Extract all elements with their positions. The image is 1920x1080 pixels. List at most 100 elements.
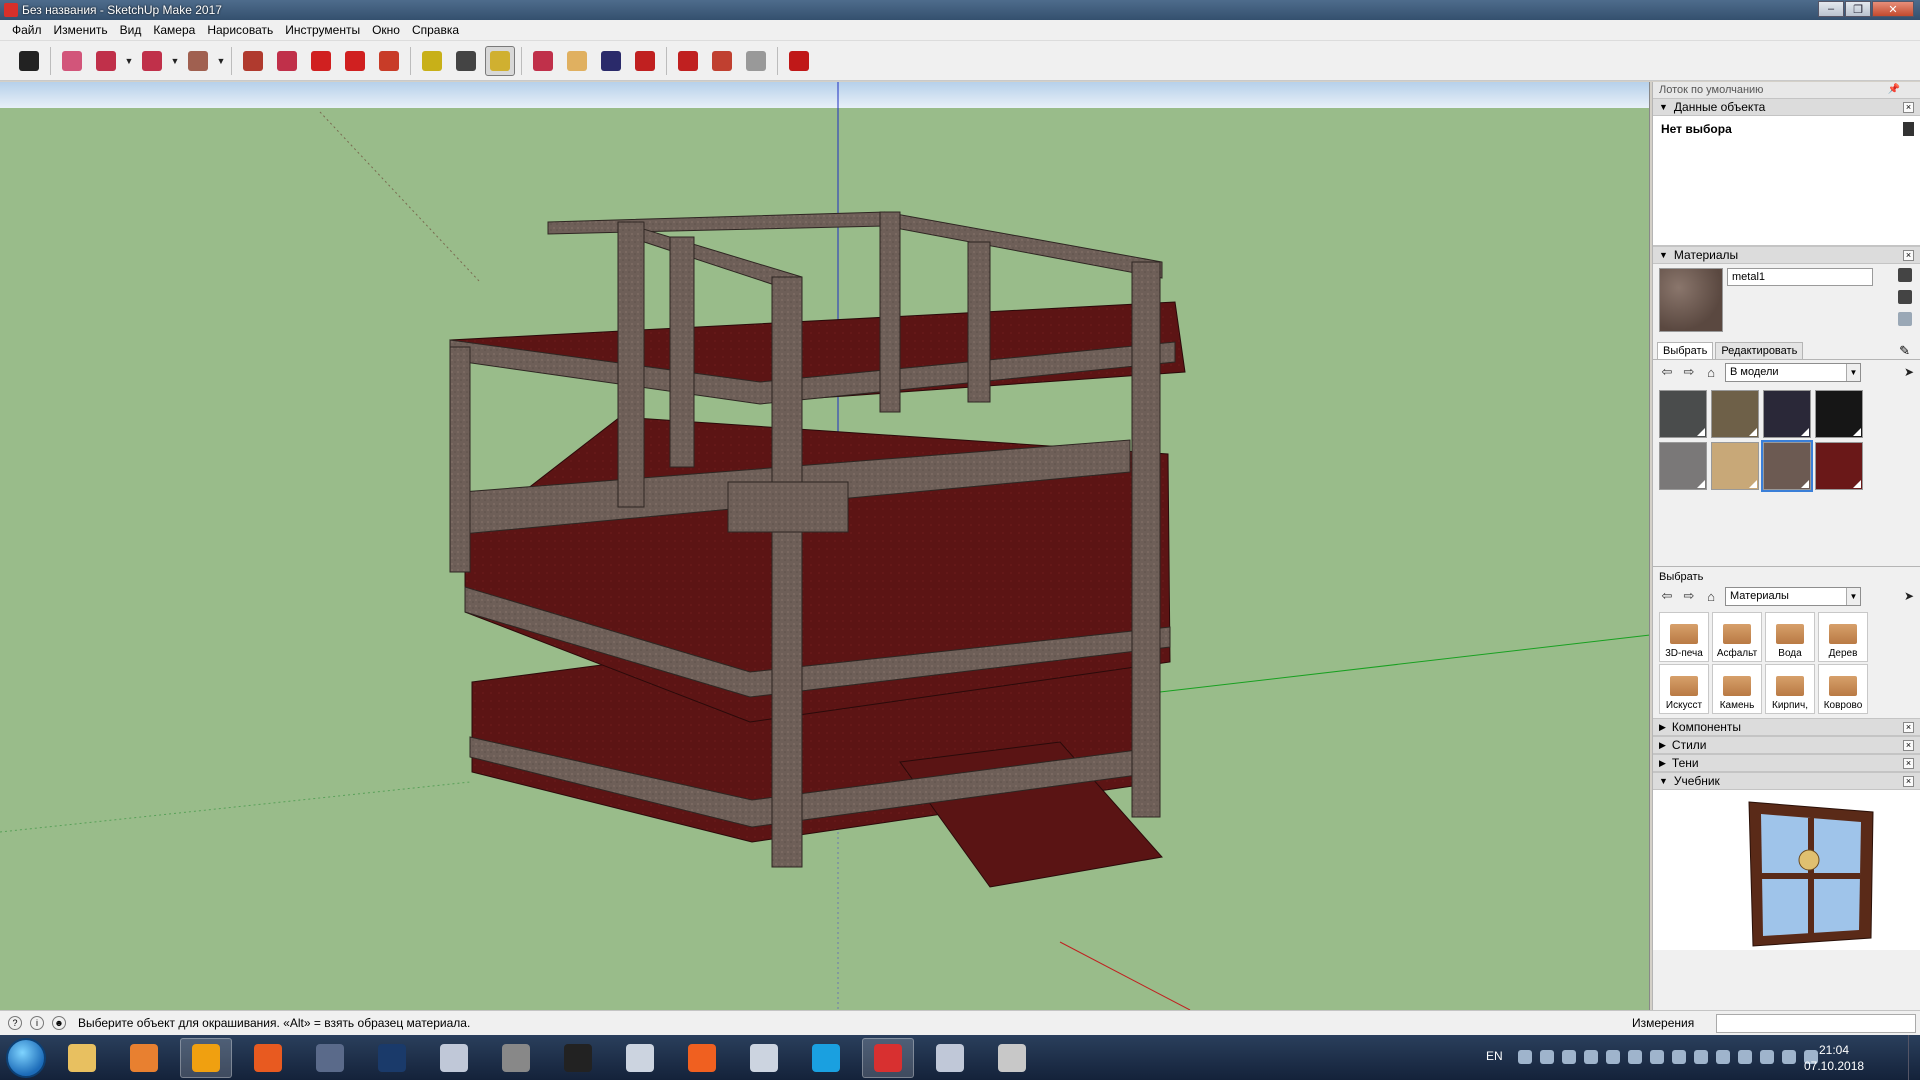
zoom-tool-button[interactable] [596, 46, 626, 76]
column-back-right[interactable] [879, 211, 901, 413]
offset-tool-button[interactable] [272, 46, 302, 76]
library-select[interactable]: Материалы ▼ [1725, 586, 1861, 606]
collapsed-panel-header[interactable]: ▶ Тени × [1653, 754, 1920, 772]
maximize-button[interactable]: ❐ [1845, 1, 1871, 17]
collection-select[interactable]: В модели ▼ [1725, 362, 1861, 382]
tray-icon[interactable] [1562, 1050, 1576, 1064]
material-swatch[interactable] [1659, 442, 1707, 490]
display-secondary-icon[interactable] [1898, 268, 1912, 282]
user-icon[interactable]: ☻ [52, 1016, 66, 1030]
material-swatch[interactable] [1761, 440, 1813, 492]
entity-info-header[interactable]: ▼ Данные объекта × [1653, 98, 1920, 116]
game-task[interactable] [614, 1038, 666, 1078]
eraser-tool-button[interactable] [57, 46, 87, 76]
menu-view[interactable]: Вид [114, 23, 148, 37]
close-panel-icon[interactable]: × [1903, 102, 1914, 113]
library-folder[interactable]: 3D-печа [1659, 612, 1709, 662]
extension-warehouse-button[interactable] [707, 46, 737, 76]
dots-app-task[interactable] [676, 1038, 728, 1078]
gta-task[interactable] [552, 1038, 604, 1078]
material-swatch[interactable] [1659, 390, 1707, 438]
library-folder[interactable]: Кирпич, [1765, 664, 1815, 714]
volume-icon[interactable] [1782, 1050, 1796, 1064]
tray-icon[interactable] [1518, 1050, 1532, 1064]
close-panel-icon[interactable]: × [1903, 250, 1914, 261]
close-panel-icon[interactable]: × [1903, 758, 1914, 769]
library-folder[interactable]: Дерев [1818, 612, 1868, 662]
material-swatch[interactable] [1711, 442, 1759, 490]
input-language[interactable]: EN [1486, 1049, 1503, 1063]
ruby-console-button[interactable] [784, 46, 814, 76]
bird-app-task[interactable] [490, 1038, 542, 1078]
menu-camera[interactable]: Камера [147, 23, 201, 37]
text-tool-button[interactable] [451, 46, 481, 76]
line-tool-button[interactable] [91, 46, 121, 76]
game2-task[interactable] [738, 1038, 790, 1078]
tray-icon[interactable] [1584, 1050, 1598, 1064]
show-desktop-button[interactable] [1908, 1035, 1920, 1080]
column-left[interactable] [449, 346, 471, 573]
start-button[interactable] [6, 1037, 46, 1078]
details-toggle-icon[interactable] [1903, 122, 1914, 136]
minimize-button[interactable]: – [1818, 1, 1844, 17]
menu-help[interactable]: Справка [406, 23, 465, 37]
column-back-far[interactable] [967, 241, 991, 403]
model-scene[interactable] [0, 82, 1650, 1010]
details-arrow-icon[interactable]: ➤ [1904, 365, 1914, 379]
library-folder[interactable]: Искусст [1659, 664, 1709, 714]
back-arrow-icon[interactable]: ⇦ [1659, 588, 1675, 604]
media-player-task[interactable] [118, 1038, 170, 1078]
menu-edit[interactable]: Изменить [48, 23, 114, 37]
tray-icon[interactable] [1606, 1050, 1620, 1064]
home-icon[interactable]: ⌂ [1703, 365, 1719, 380]
geolocation-icon[interactable]: ? [8, 1016, 22, 1030]
menu-draw[interactable]: Нарисовать [201, 23, 279, 37]
tray-icon[interactable] [1540, 1050, 1554, 1064]
measurements-input[interactable] [1716, 1014, 1916, 1033]
rotate-tool-button[interactable] [340, 46, 370, 76]
app-task[interactable] [304, 1038, 356, 1078]
window-task[interactable] [428, 1038, 480, 1078]
push-pull-tool-button[interactable] [238, 46, 268, 76]
paint-task[interactable] [986, 1038, 1038, 1078]
library-folder[interactable]: Камень [1712, 664, 1762, 714]
skype-task[interactable] [800, 1038, 852, 1078]
arc-tool-button[interactable] [137, 46, 167, 76]
home-icon[interactable]: ⌂ [1703, 589, 1719, 604]
close-panel-icon[interactable]: × [1903, 722, 1914, 733]
sample-paint-icon[interactable]: ✎ [1899, 343, 1910, 359]
collapsed-panel-header[interactable]: ▶ Стили × [1653, 736, 1920, 754]
modeling-viewport[interactable] [0, 82, 1650, 1010]
material-name-field[interactable]: metal1 [1727, 268, 1873, 286]
tutorial-header[interactable]: ▼ Учебник × [1653, 772, 1920, 790]
tray-icon[interactable] [1760, 1050, 1774, 1064]
close-panel-icon[interactable]: × [1903, 776, 1914, 787]
beam-block[interactable] [727, 481, 849, 533]
back-arrow-icon[interactable]: ⇦ [1659, 364, 1675, 380]
material-swatch[interactable] [1815, 390, 1863, 438]
pin-icon[interactable]: 📌 [1888, 84, 1900, 95]
close-button[interactable]: ✕ [1872, 1, 1914, 17]
material-swatch[interactable] [1763, 390, 1811, 438]
tray-icon[interactable] [1694, 1050, 1708, 1064]
warehouse-button[interactable] [673, 46, 703, 76]
dropdown-arrow-icon[interactable]: ▼ [169, 56, 181, 66]
materials-header[interactable]: ▼ Материалы × [1653, 246, 1920, 264]
close-panel-icon[interactable]: × [1903, 740, 1914, 751]
photoshop-task[interactable] [366, 1038, 418, 1078]
share-model-button[interactable] [741, 46, 771, 76]
paint-bucket-tool-button[interactable] [485, 45, 515, 76]
scale-tool-button[interactable] [374, 46, 404, 76]
clock[interactable]: 21:04 07.10.2018 [1804, 1042, 1864, 1074]
menu-window[interactable]: Окно [366, 23, 406, 37]
default-material-icon[interactable] [1898, 312, 1912, 326]
menu-file[interactable]: Файл [6, 23, 48, 37]
dropdown-arrow-icon[interactable]: ▼ [123, 56, 135, 66]
column-front-center[interactable] [771, 276, 803, 868]
details-arrow-icon[interactable]: ➤ [1904, 589, 1914, 603]
rectangle-tool-button[interactable] [183, 46, 213, 76]
credits-icon[interactable]: i [30, 1016, 44, 1030]
tab-select[interactable]: Выбрать [1657, 342, 1714, 359]
origin-task[interactable] [180, 1037, 232, 1078]
explorer-task[interactable] [56, 1038, 108, 1078]
